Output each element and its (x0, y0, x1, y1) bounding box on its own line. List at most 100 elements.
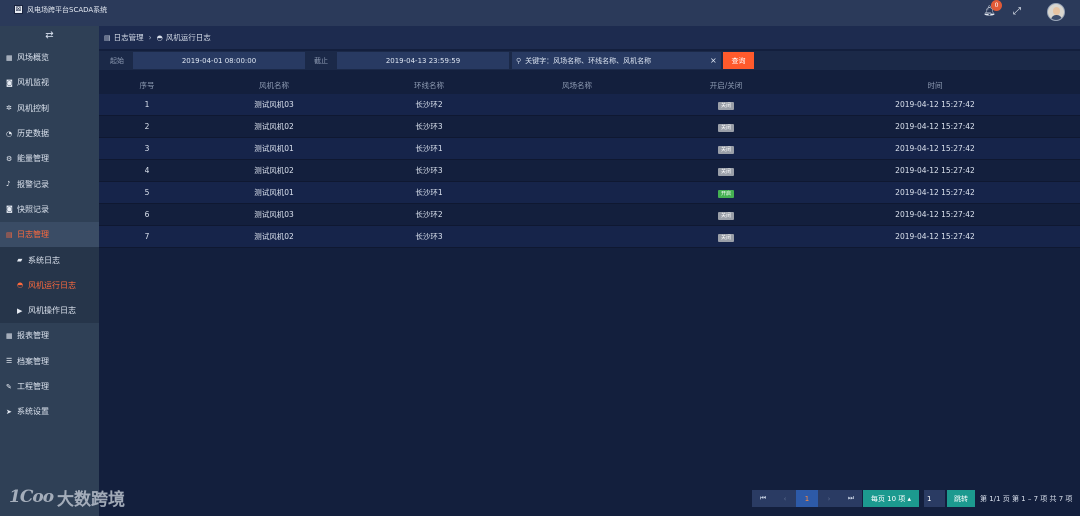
doc-icon: ▤ (6, 230, 13, 239)
cell-time: 2019-04-12 15:27:42 (895, 144, 975, 153)
app-title: 风电场跨平台SCADA系统 (27, 6, 108, 14)
sidebar-item[interactable]: ✲ 风机控制 (0, 96, 99, 121)
page-number-button[interactable]: 1 (796, 490, 818, 507)
cell-turbine: 测试风机02 (254, 232, 294, 241)
cell-seq: 2 (144, 122, 150, 131)
table-row[interactable]: 4 测试风机02 长沙环3 2019-04-12 15:27:42 关闭 (99, 160, 1080, 182)
sidebar-item-label: 日志管理 (17, 230, 49, 240)
list-icon: ☰ (6, 357, 13, 366)
cell-time: 2019-04-12 15:27:42 (895, 210, 975, 219)
chevron-right-icon: › (148, 33, 152, 42)
table-row[interactable]: 7 测试风机02 长沙环3 2019-04-12 15:27:42 关闭 (99, 226, 1080, 248)
cell-ring: 长沙环1 (415, 188, 443, 197)
gauge-icon: ◓ (156, 33, 163, 42)
cell-status: 开启 (696, 188, 756, 198)
start-time-input[interactable]: 2019-04-01 08:00:00 (133, 52, 305, 69)
sidebar-item-label: 工程管理 (17, 382, 49, 391)
cell-turbine: 测试风机01 (254, 144, 294, 153)
main-content: ▤ 日志管理 › ◓ 风机运行日志 起始 2019-04-01 08:00:00… (99, 26, 1080, 516)
table-row[interactable]: 1 测试风机03 长沙环2 2019-04-12 15:27:42 关闭 (99, 94, 1080, 116)
sidebar-item-label: 档案管理 (17, 356, 49, 366)
col-field: 风场名称 (562, 81, 592, 90)
goto-page-input[interactable]: 1 (924, 490, 945, 507)
sidebar-item[interactable]: ♪ 报警记录 (0, 171, 99, 196)
col-turbine: 风机名称 (259, 81, 289, 90)
fullscreen-icon[interactable]: ⤢ (1013, 6, 1025, 18)
sidebar-item[interactable]: ➤ 系统设置 (0, 399, 99, 424)
status-badge: 关闭 (717, 123, 734, 132)
gear-icon: ✲ (6, 104, 12, 113)
sidebar-item[interactable]: ▦ 报表管理 (0, 323, 99, 348)
sidebar-item[interactable]: ◙ 快照记录 (0, 197, 99, 222)
end-label: 截止 (314, 57, 328, 65)
sidebar-item[interactable]: ▶ 风机操作日志 (0, 297, 99, 324)
jump-button[interactable]: 跳转 (947, 490, 975, 507)
clear-icon[interactable]: × (710, 56, 717, 65)
sidebar-item[interactable]: ✎ 工程管理 (0, 374, 99, 399)
cell-status: 关闭 (696, 210, 756, 220)
sidebar-item-label: 风机控制 (17, 103, 49, 113)
sidebar-item[interactable]: ▰ 系统日志 (0, 247, 99, 273)
swap-arrows-icon[interactable]: ⇄ (0, 26, 99, 45)
table-row[interactable]: 5 测试风机01 长沙环1 2019-04-12 15:27:42 开启 (99, 182, 1080, 204)
watermark-mark: 1Coo (9, 487, 54, 507)
cell-status: 关闭 (696, 166, 756, 176)
pagination: ⏮ ‹ 1 › ⏭ 每页 10 项 ▴ 1 跳转 第 1/1 页 第 1 – 7… (99, 487, 1080, 510)
cell-seq: 1 (144, 100, 150, 109)
table-icon: ▦ (6, 331, 13, 340)
keyword-search-input[interactable]: ⚲ 关键字：风场名称、环线名称、风机名称 (512, 52, 721, 69)
filter-bar: 起始 2019-04-01 08:00:00 截止 2019-04-13 23:… (99, 51, 1080, 70)
sidebar: ⇄ ▦ 风场概览 ◙ 风机监视 ✲ 风机控制 ◔ 历史数据 ⚙ 能量管理 ♪ 报警记录 ◙ 快照记录 ▤ 日志… (0, 26, 99, 516)
table-row[interactable]: 6 测试风机03 长沙环2 2019-04-12 15:27:42 关闭 (99, 204, 1080, 226)
cell-turbine: 测试风机03 (254, 100, 294, 109)
bell-icon: ♪ (6, 180, 11, 189)
col-time: 时间 (927, 81, 943, 90)
sidebar-item[interactable]: ◓ 风机运行日志 (0, 272, 99, 298)
sidebar-item-label: 能量管理 (17, 154, 49, 164)
cell-time: 2019-04-12 15:27:42 (895, 232, 975, 241)
sidebar-item[interactable]: ▤ 日志管理 (0, 222, 99, 248)
watermark-logo: 1Coo 大数跨境 (9, 486, 149, 510)
book-icon: ▰ (17, 256, 23, 265)
next-page-button[interactable]: › (818, 490, 840, 507)
cell-seq: 6 (144, 210, 150, 219)
sidebar-item-label: 快照记录 (17, 204, 49, 214)
sidebar-item[interactable]: ◔ 历史数据 (0, 121, 99, 146)
page-info: 第 1/1 页 第 1 – 7 项 共 7 项 (980, 495, 1073, 503)
last-page-button[interactable]: ⏭ (840, 490, 862, 507)
table-row[interactable]: 2 测试风机02 长沙环3 2019-04-12 15:27:42 关闭 (99, 116, 1080, 138)
top-bar: ⊠ 风电场跨平台SCADA系统 🔔︎ 0 ⤢ (0, 0, 1080, 26)
play-icon: ▶ (17, 306, 23, 315)
sidebar-item[interactable]: ◙ 风机监视 (0, 70, 99, 95)
first-page-button[interactable]: ⏮ (752, 490, 774, 507)
sidebar-item[interactable]: ☰ 档案管理 (0, 349, 99, 374)
per-page-select[interactable]: 每页 10 项 ▴ (863, 490, 919, 507)
status-badge: 关闭 (717, 211, 734, 220)
sidebar-item-label: 报表管理 (17, 331, 49, 341)
query-button[interactable]: 查询 (723, 52, 754, 69)
sidebar-item-label: 风场概览 (17, 53, 49, 63)
cell-ring: 长沙环3 (415, 232, 443, 241)
camera-icon: ◙ (6, 205, 13, 214)
pie-icon: ◔ (6, 129, 13, 138)
wrench-icon: ✎ (6, 382, 12, 391)
status-badge: 关闭 (717, 145, 734, 154)
prev-page-button[interactable]: ‹ (774, 490, 796, 507)
table-row[interactable]: 3 测试风机01 长沙环1 2019-04-12 15:27:42 关闭 (99, 138, 1080, 160)
status-badge: 关闭 (717, 101, 734, 110)
cell-ring: 长沙环3 (415, 122, 443, 131)
breadcrumb-parent[interactable]: 日志管理 (114, 32, 144, 43)
avatar[interactable] (1047, 3, 1065, 21)
sidebar-item[interactable]: ⚙ 能量管理 (0, 146, 99, 171)
sidebar-item[interactable]: ▦ 风场概览 (0, 45, 99, 70)
cell-status: 关闭 (696, 122, 756, 132)
cell-ring: 长沙环2 (415, 100, 443, 109)
keyword-placeholder: 关键字：风场名称、环线名称、风机名称 (525, 56, 652, 65)
end-time-input[interactable]: 2019-04-13 23:59:59 (337, 52, 509, 69)
cell-status: 关闭 (696, 232, 756, 242)
cell-turbine: 测试风机01 (254, 188, 294, 197)
start-label: 起始 (110, 57, 124, 65)
doc-icon: ▤ (104, 33, 111, 42)
cell-time: 2019-04-12 15:27:42 (895, 100, 975, 109)
sidebar-item-label: 风机监视 (17, 78, 49, 88)
